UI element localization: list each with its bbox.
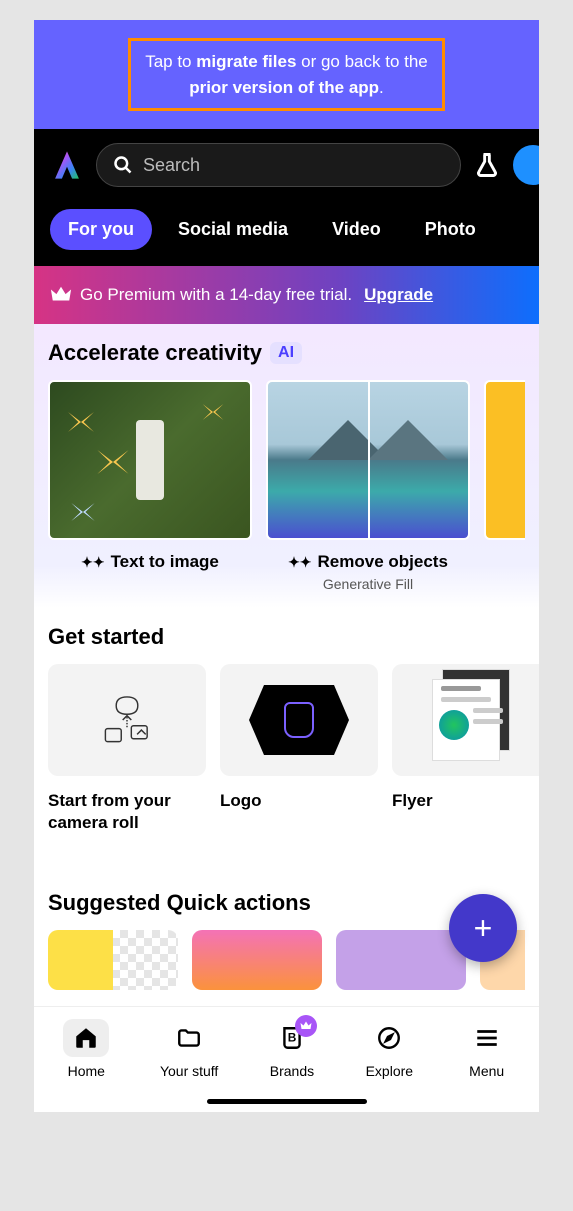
nav-home[interactable]: Home [63,1019,109,1079]
accel-card-text-to-image[interactable]: ✦✦ Text to image [48,380,252,592]
svg-text:B: B [288,1030,297,1044]
home-indicator[interactable] [207,1099,367,1104]
nav-stuff-icon-wrap [166,1019,212,1057]
crown-icon [50,284,72,306]
premium-crown-dot [295,1015,317,1037]
gs-label-2: Logo [220,790,378,812]
accel-title-1: ✦✦ Text to image [48,552,252,572]
nav-explore[interactable]: Explore [366,1019,413,1079]
app-header [34,129,539,201]
accel-card-remove-objects[interactable]: ✦✦ Remove objects Generative Fill [266,380,470,592]
nav-explore-icon-wrap [366,1019,412,1057]
gs-label-3: Flyer [392,790,539,812]
banner-text-bold2: prior version of the app [189,78,379,97]
accel-thumb-3 [484,380,525,540]
banner-highlight: Tap to migrate files or go back to the p… [128,38,445,111]
accelerate-section: Accelerate creativity AI ✦✦ Text to imag… [34,324,539,608]
get-started-section: Get started Start from your camera roll [34,608,539,850]
get-started-heading: Get started [48,624,525,650]
nav-menu[interactable]: Menu [464,1019,510,1079]
nav-menu-icon-wrap [464,1019,510,1057]
compass-icon [376,1025,402,1051]
nav-stuff-label: Your stuff [160,1063,218,1079]
search-bar[interactable] [96,143,461,187]
flyer-thumb [392,664,539,776]
nav-your-stuff[interactable]: Your stuff [160,1019,218,1079]
accelerate-row[interactable]: ✦✦ Text to image ✦✦ Remove objects Gener… [48,380,525,592]
nav-explore-label: Explore [366,1063,413,1079]
labs-beaker-icon[interactable] [473,151,501,179]
tab-social-media[interactable]: Social media [160,209,306,250]
banner-text-post: . [379,78,384,97]
gs-card-flyer[interactable]: Flyer [392,664,539,834]
logo-thumb [220,664,378,776]
sugg-thumb-1[interactable] [48,930,178,990]
home-icon [73,1025,99,1051]
sparkle-icon: ✦✦ [81,554,104,571]
camera-roll-thumb [48,664,206,776]
create-fab[interactable]: + [449,894,517,962]
upgrade-link[interactable]: Upgrade [364,285,433,305]
migrate-banner[interactable]: Tap to migrate files or go back to the p… [34,20,539,129]
search-input[interactable] [143,155,444,176]
menu-icon [474,1025,500,1051]
category-tabs: For you Social media Video Photo [34,201,539,266]
accel-card-more[interactable]: ✦✦ [484,380,525,592]
nav-menu-label: Menu [469,1063,504,1079]
text-to-image-thumb [48,380,252,540]
remove-objects-thumb [266,380,470,540]
ai-badge: AI [270,342,302,364]
sugg-thumb-2[interactable] [192,930,322,990]
get-started-row[interactable]: Start from your camera roll Logo [48,664,525,834]
nav-brands-icon-wrap: B [269,1019,315,1057]
plus-icon: + [474,910,493,947]
search-icon [113,154,133,176]
accel-sub-2: Generative Fill [266,576,470,592]
tab-photo[interactable]: Photo [407,209,494,250]
gs-label-1: Start from your camera roll [48,790,206,834]
sugg-thumb-3[interactable] [336,930,466,990]
nav-home-icon-wrap [63,1019,109,1057]
accelerate-heading: Accelerate creativity [48,340,262,366]
banner-text-mid: or go back to the [296,52,427,71]
folder-icon [176,1025,202,1051]
accelerate-heading-row: Accelerate creativity AI [48,340,525,366]
app-root: Tap to migrate files or go back to the p… [34,20,539,1112]
banner-text-bold1: migrate files [196,52,296,71]
tab-for-you[interactable]: For you [50,209,152,250]
premium-banner[interactable]: Go Premium with a 14-day free trial. Upg… [34,266,539,324]
tab-video[interactable]: Video [314,209,399,250]
banner-text-pre: Tap to [145,52,196,71]
accel-title-2-text: Remove objects [318,552,448,572]
nav-brands-label: Brands [270,1063,314,1079]
sparkle-icon: ✦✦ [288,554,311,571]
gs-card-logo[interactable]: Logo [220,664,378,834]
bottom-nav: Home Your stuff B Brands Explore [34,1006,539,1085]
profile-avatar[interactable] [513,145,539,185]
premium-text: Go Premium with a 14-day free trial. [80,285,352,305]
nav-brands[interactable]: B Brands [269,1019,315,1079]
gs-card-camera-roll[interactable]: Start from your camera roll [48,664,206,834]
adobe-logo-icon[interactable] [50,148,84,182]
accel-title-2: ✦✦ Remove objects [266,552,470,572]
logo-hex-shape [249,685,349,755]
accel-title-3: ✦✦ [484,552,525,569]
accel-title-1-text: Text to image [111,552,219,572]
nav-home-label: Home [68,1063,105,1079]
